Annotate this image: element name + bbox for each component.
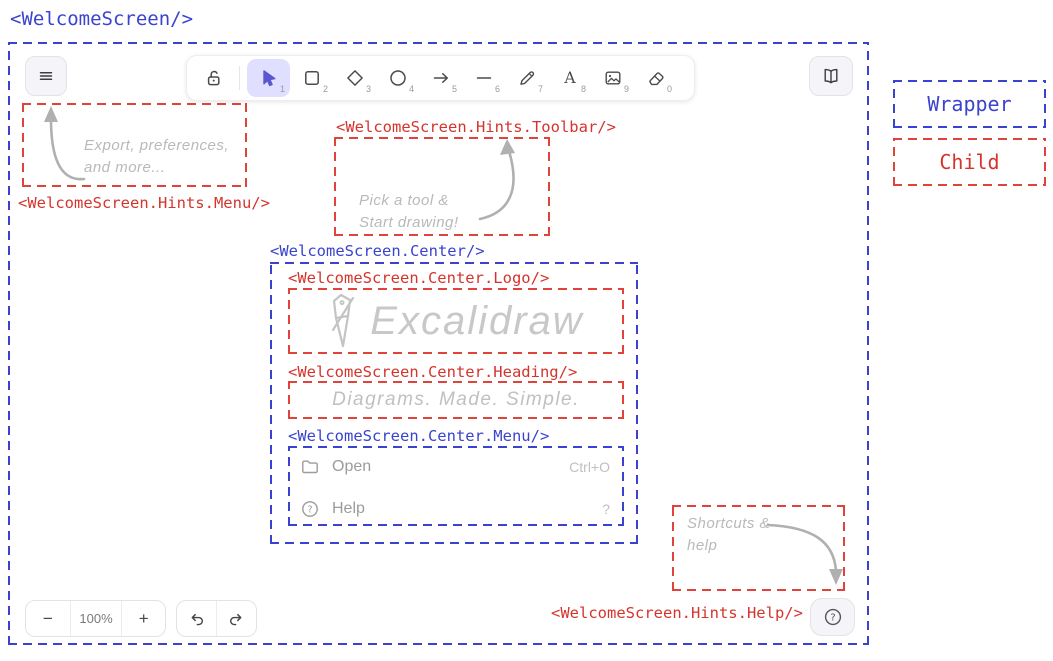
main-menu-button[interactable]: [25, 56, 67, 96]
text-icon: A: [560, 68, 580, 88]
zoom-controls: − 100% +: [25, 600, 166, 637]
redo-button[interactable]: [217, 601, 256, 636]
menu-item-help-shortcut: ?: [602, 501, 610, 517]
menu-item-open-shortcut: Ctrl+O: [569, 459, 610, 475]
tool-eraser[interactable]: 0: [634, 59, 677, 97]
center-heading-text: Diagrams. Made. Simple.: [332, 386, 580, 414]
toolbar-hint-text-line1: Pick a tool &: [359, 190, 459, 212]
book-icon: [821, 66, 841, 86]
hints-help-label: <WelcomeScreen.Hints.Help/>: [551, 604, 803, 622]
ellipse-icon: [388, 68, 408, 88]
tool-line[interactable]: 6: [462, 59, 505, 97]
legend-child-label: Child: [939, 150, 999, 174]
redo-icon: [227, 610, 245, 628]
tool-draw[interactable]: 7: [505, 59, 548, 97]
zoom-out-button[interactable]: −: [26, 601, 70, 636]
image-icon: [603, 68, 623, 88]
menu-item-open[interactable]: Open Ctrl+O: [300, 454, 610, 480]
help-hint-text-line2: help: [687, 535, 770, 557]
help-circle-icon: ?: [300, 499, 320, 519]
excalidraw-logo-icon: [328, 292, 358, 350]
eraser-icon: [646, 68, 666, 88]
svg-text:?: ?: [830, 613, 835, 624]
toolbar-hint-text-line2: Start drawing!: [359, 212, 459, 234]
minus-icon: −: [43, 609, 53, 629]
folder-icon: [300, 457, 320, 477]
menu-item-open-label: Open: [332, 458, 371, 476]
undo-button[interactable]: [177, 601, 216, 636]
question-circle-icon: ?: [823, 607, 843, 627]
tool-diamond[interactable]: 3: [333, 59, 376, 97]
hints-menu-box: Export, preferences, and more...: [22, 103, 247, 187]
history-controls: [176, 600, 257, 637]
hamburger-icon: [36, 66, 56, 86]
center-heading-label: <WelcomeScreen.Center.Heading/>: [288, 363, 577, 381]
plus-icon: +: [139, 609, 149, 629]
menu-item-help-label: Help: [332, 500, 365, 518]
logo-wordmark: Excalidraw: [370, 292, 583, 350]
undo-icon: [188, 610, 206, 628]
menu-item-help[interactable]: ? Help ?: [300, 496, 610, 522]
diamond-icon: [345, 68, 365, 88]
toolbar: 1 2 3 4 5: [186, 55, 695, 101]
toolbar-divider: [239, 66, 240, 90]
rectangle-icon: [302, 68, 322, 88]
hints-menu-label: <WelcomeScreen.Hints.Menu/>: [18, 194, 270, 212]
tool-rectangle[interactable]: 2: [290, 59, 333, 97]
legend-wrapper-box: Wrapper: [893, 80, 1046, 128]
menu-hint-text-line1: Export, preferences,: [84, 135, 229, 157]
center-menu-box: Open Ctrl+O ? Help ?: [288, 446, 624, 526]
center-menu-label: <WelcomeScreen.Center.Menu/>: [288, 427, 549, 445]
tool-text[interactable]: A 8: [548, 59, 591, 97]
tool-image[interactable]: 9: [591, 59, 634, 97]
center-logo-label: <WelcomeScreen.Center.Logo/>: [288, 269, 549, 287]
tool-arrow[interactable]: 5: [419, 59, 462, 97]
welcome-screen-label: <WelcomeScreen/>: [10, 8, 193, 30]
line-icon: [474, 68, 494, 88]
hints-toolbar-label: <WelcomeScreen.Hints.Toolbar/>: [336, 118, 616, 136]
pencil-icon: [517, 68, 537, 88]
center-label: <WelcomeScreen.Center/>: [270, 242, 485, 260]
tool-selection[interactable]: 1: [247, 59, 290, 97]
center-box: <WelcomeScreen.Center.Logo/> Excalidraw …: [270, 262, 638, 544]
tool-ellipse[interactable]: 4: [376, 59, 419, 97]
zoom-level[interactable]: 100%: [71, 601, 122, 636]
arrow-icon: [431, 68, 451, 88]
unlock-icon: [204, 68, 224, 88]
hints-help-box: Shortcuts & help: [672, 505, 845, 591]
menu-hint-text-line2: and more...: [84, 157, 229, 179]
center-heading-box: Diagrams. Made. Simple.: [288, 381, 624, 419]
hints-toolbar-box: Pick a tool & Start drawing!: [334, 137, 550, 236]
welcome-screen-doc-page: <WelcomeScreen/> 1 2: [0, 0, 1053, 661]
legend-wrapper-label: Wrapper: [927, 92, 1011, 116]
selection-cursor-icon: [259, 68, 279, 88]
zoom-in-button[interactable]: +: [122, 601, 165, 636]
help-hint-text-line1: Shortcuts &: [687, 513, 770, 535]
svg-text:?: ?: [307, 504, 312, 515]
lock-tool[interactable]: [196, 59, 232, 97]
legend-child-box: Child: [893, 138, 1046, 186]
library-button[interactable]: [809, 56, 853, 96]
center-logo-box: Excalidraw: [288, 288, 624, 354]
svg-text:A: A: [563, 69, 576, 87]
help-button[interactable]: ?: [810, 598, 855, 636]
